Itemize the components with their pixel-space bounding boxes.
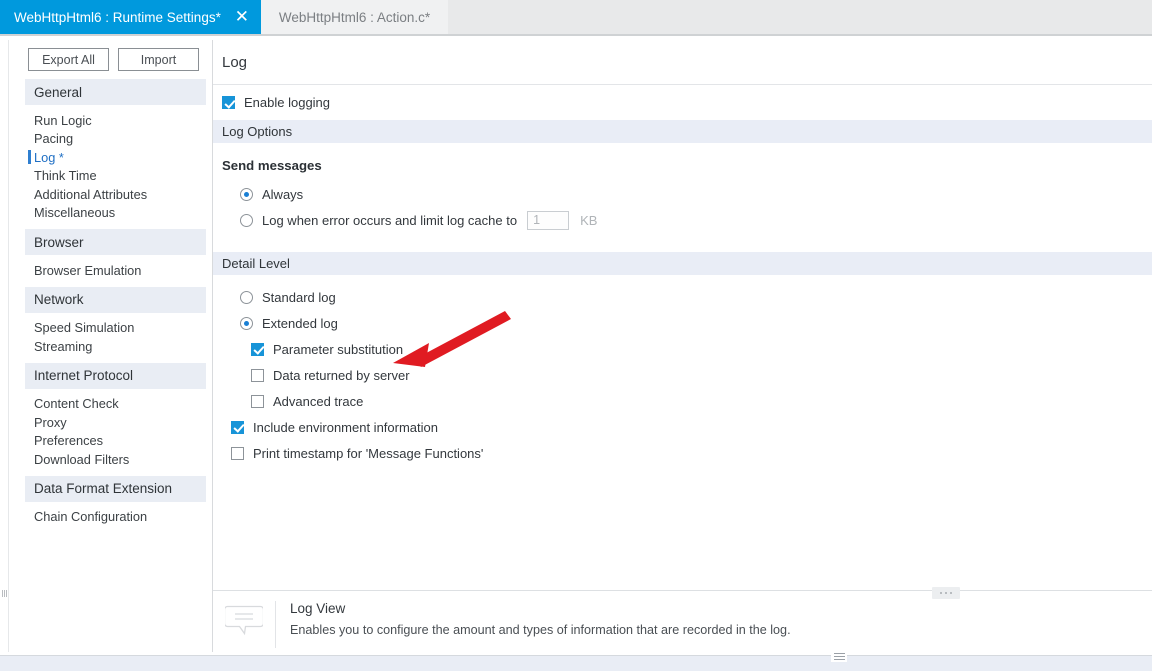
info-text-block: Log View Enables you to configure the am…: [290, 601, 791, 637]
sidebar-item-download-filters[interactable]: Download Filters: [9, 450, 212, 469]
sidebar-group-header-internet-protocol: Internet Protocol: [25, 362, 206, 389]
speech-bubble-icon: [223, 603, 265, 637]
enable-logging-label: Enable logging: [244, 95, 331, 110]
send-messages-label: Send messages: [222, 158, 322, 173]
grip-line: [833, 655, 845, 658]
advanced-trace-checkbox[interactable]: [251, 394, 264, 408]
sidebar-splitter-handle[interactable]: [0, 588, 8, 598]
print-timestamp-label: Print timestamp for 'Message Functions': [253, 445, 484, 461]
advanced-trace-label: Advanced trace: [273, 393, 364, 409]
sidebar-group-items-network: Speed Simulation Streaming: [9, 313, 212, 363]
grip-line: [833, 658, 845, 661]
sidebar-group-header-general: General: [25, 79, 206, 105]
extended-log-row[interactable]: Extended log: [222, 310, 1152, 336]
sidebar-item-speed-simulation[interactable]: Speed Simulation: [9, 319, 212, 338]
print-timestamp-checkbox[interactable]: [231, 446, 244, 460]
include-environment-information-checkbox[interactable]: [231, 420, 244, 434]
info-divider: [275, 601, 276, 648]
send-on-error-label: Log when error occurs and limit log cach…: [262, 212, 518, 228]
send-always-label: Always: [262, 186, 304, 202]
sidebar-group-header-network: Network: [25, 286, 206, 313]
tab-bar-empty-area: [448, 0, 1152, 34]
grip-line: [3, 589, 5, 597]
sidebar-group-header-data-format-extension: Data Format Extension: [25, 475, 206, 502]
tab-action-c[interactable]: WebHttpHtml6 : Action.c*: [260, 0, 449, 34]
standard-log-label: Standard log: [262, 289, 336, 305]
sidebar-actions: Export All Import: [9, 40, 212, 79]
horizontal-splitter-grip[interactable]: [831, 651, 847, 662]
sidebar-item-content-check[interactable]: Content Check: [9, 395, 212, 414]
send-on-error-radio[interactable]: [240, 213, 253, 227]
grip-line: [833, 652, 845, 655]
info-panel-description: Enables you to configure the amount and …: [290, 623, 791, 637]
include-environment-information-label: Include environment information: [253, 419, 438, 435]
sidebar-item-streaming[interactable]: Streaming: [9, 337, 212, 356]
section-header-log-options: Log Options: [213, 120, 1152, 143]
standard-log-radio[interactable]: [240, 290, 253, 304]
grip-line: [5, 589, 7, 597]
dot: [950, 592, 952, 594]
sidebar-item-run-logic[interactable]: Run Logic: [9, 111, 212, 130]
tab-bar-underline: [0, 34, 1152, 36]
tab-label: WebHttpHtml6 : Action.c*: [278, 9, 431, 25]
log-cache-size-input[interactable]: [527, 210, 570, 230]
enable-logging-checkbox[interactable]: [222, 96, 235, 109]
sidebar-item-chain-configuration[interactable]: Chain Configuration: [9, 508, 212, 527]
print-timestamp-row[interactable]: Print timestamp for 'Message Functions': [222, 440, 1152, 466]
data-returned-by-server-row[interactable]: Data returned by server: [222, 362, 1152, 388]
dot: [940, 592, 942, 594]
settings-content-pane: Log Enable logging Log Options Send mess…: [213, 40, 1152, 652]
sidebar-item-browser-emulation[interactable]: Browser Emulation: [9, 261, 212, 280]
tab-bar: WebHttpHtml6 : Runtime Settings* ✕ WebHt…: [0, 0, 1152, 34]
extended-log-radio[interactable]: [240, 316, 253, 330]
data-returned-by-server-checkbox[interactable]: [251, 368, 264, 382]
parameter-substitution-checkbox[interactable]: [251, 342, 264, 356]
detail-level-body: Standard log Extended log Parameter subs…: [213, 275, 1152, 466]
panel-resize-handle[interactable]: [932, 587, 960, 599]
section-header-detail-level: Detail Level: [213, 252, 1152, 275]
export-all-button[interactable]: Export All: [28, 48, 109, 71]
grip-line: [1, 589, 3, 597]
log-view-info-panel: Log View Enables you to configure the am…: [213, 587, 1152, 652]
sidebar-item-think-time[interactable]: Think Time: [9, 167, 212, 186]
page-title: Log: [213, 40, 1152, 85]
data-returned-by-server-label: Data returned by server: [273, 367, 410, 383]
extended-log-label: Extended log: [262, 315, 338, 331]
bottom-status-bar: [0, 655, 1152, 671]
include-environment-information-row[interactable]: Include environment information: [222, 414, 1152, 440]
sidebar-group-items-general: Run Logic Pacing Log * Think Time Additi…: [9, 105, 212, 229]
standard-log-row[interactable]: Standard log: [222, 284, 1152, 310]
send-always-row[interactable]: Always: [222, 181, 1152, 207]
advanced-trace-row[interactable]: Advanced trace: [222, 388, 1152, 414]
send-on-error-row[interactable]: Log when error occurs and limit log cach…: [222, 207, 1152, 233]
sidebar-item-log[interactable]: Log *: [9, 148, 212, 167]
tab-runtime-settings[interactable]: WebHttpHtml6 : Runtime Settings* ✕: [0, 0, 261, 34]
sidebar-item-additional-attributes[interactable]: Additional Attributes: [9, 185, 212, 204]
log-options-body: Send messages Always Log when error occu…: [213, 158, 1152, 233]
sidebar-item-proxy[interactable]: Proxy: [9, 413, 212, 432]
sidebar-item-miscellaneous[interactable]: Miscellaneous: [9, 204, 212, 223]
close-icon[interactable]: ✕: [229, 0, 255, 34]
sidebar-item-pacing[interactable]: Pacing: [9, 130, 212, 149]
dot: [945, 592, 947, 594]
sidebar-group-items-browser: Browser Emulation: [9, 255, 212, 287]
sidebar-group-items-internet-protocol: Content Check Proxy Preferences Download…: [9, 389, 212, 476]
enable-logging-row[interactable]: Enable logging: [213, 85, 1152, 120]
runtime-settings-window: WebHttpHtml6 : Runtime Settings* ✕ WebHt…: [0, 0, 1152, 671]
log-cache-unit-label: KB: [580, 212, 598, 228]
tab-label: WebHttpHtml6 : Runtime Settings*: [14, 9, 221, 25]
info-panel-title: Log View: [290, 601, 346, 616]
parameter-substitution-row[interactable]: Parameter substitution: [222, 336, 1152, 362]
sidebar-item-preferences[interactable]: Preferences: [9, 432, 212, 451]
settings-sidebar: Export All Import General Run Logic Paci…: [8, 40, 213, 652]
import-button[interactable]: Import: [118, 48, 199, 71]
sidebar-group-header-browser: Browser: [25, 229, 206, 255]
send-always-radio[interactable]: [240, 187, 253, 201]
sidebar-group-items-data-format-extension: Chain Configuration: [9, 502, 212, 534]
parameter-substitution-label: Parameter substitution: [273, 341, 404, 357]
